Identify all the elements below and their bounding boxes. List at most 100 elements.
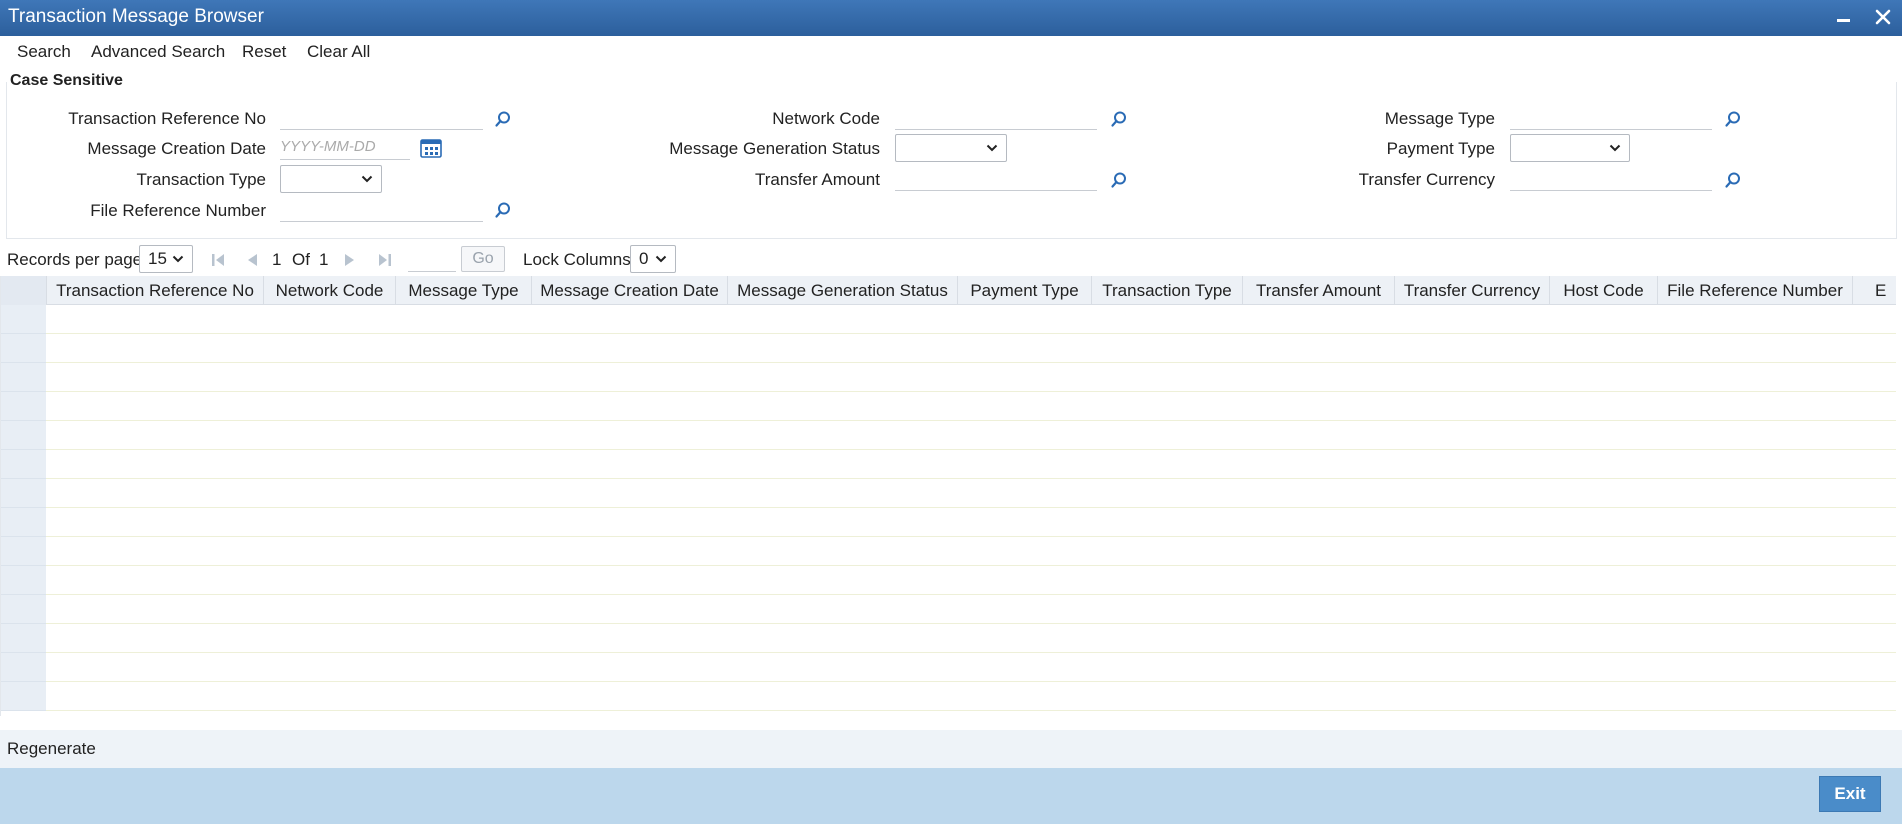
table-row[interactable] <box>1 508 1896 537</box>
records-per-page-label: Records per page <box>7 250 143 269</box>
row-selector[interactable] <box>1 305 46 334</box>
column-header[interactable]: Message Type <box>396 276 532 305</box>
previous-page-icon[interactable] <box>245 253 259 267</box>
transfer-currency-label: Transfer Currency <box>1358 170 1495 189</box>
row-selector[interactable] <box>1 508 46 537</box>
row-selector[interactable] <box>1 334 46 363</box>
transaction-reference-no-input[interactable] <box>280 104 483 130</box>
table-row[interactable] <box>1 566 1896 595</box>
exit-button[interactable]: Exit <box>1819 776 1881 812</box>
column-header[interactable]: Transfer Amount <box>1243 276 1395 305</box>
table-row[interactable] <box>1 595 1896 624</box>
column-header[interactable]: Transfer Currency <box>1395 276 1550 305</box>
chevron-down-icon <box>1609 144 1621 152</box>
select-all-header[interactable] <box>1 276 47 305</box>
row-selector[interactable] <box>1 479 46 508</box>
search-icon[interactable] <box>1724 171 1742 189</box>
current-page: 1 <box>272 250 282 269</box>
message-generation-status-select[interactable] <box>895 134 1007 162</box>
row-selector[interactable] <box>1 595 46 624</box>
pagination-bar: Records per page 15 1 Of 1 Go Lock Colum… <box>0 244 1902 274</box>
records-per-page-select[interactable]: 15 <box>139 245 193 273</box>
column-header[interactable]: Payment Type <box>958 276 1092 305</box>
row-selector[interactable] <box>1 421 46 450</box>
message-type-input[interactable] <box>1510 104 1712 130</box>
clear-all-button[interactable]: Clear All <box>307 42 370 62</box>
goto-page-input[interactable] <box>408 246 456 272</box>
search-icon[interactable] <box>1110 171 1128 189</box>
minimize-icon <box>1836 18 1850 22</box>
file-reference-number-label: File Reference Number <box>90 201 266 220</box>
table-row[interactable] <box>1 421 1896 450</box>
payment-type-label: Payment Type <box>1386 139 1495 158</box>
table-row[interactable] <box>1 653 1896 682</box>
column-header[interactable]: Network Code <box>264 276 396 305</box>
network-code-input[interactable] <box>895 104 1097 130</box>
column-header[interactable]: Host Code <box>1550 276 1658 305</box>
table-row[interactable] <box>1 450 1896 479</box>
search-icon[interactable] <box>1724 110 1742 128</box>
search-icon[interactable] <box>494 201 512 219</box>
message-creation-date-label: Message Creation Date <box>87 139 266 158</box>
table-row[interactable] <box>1 334 1896 363</box>
grid-header: Transaction Reference No Network Code Me… <box>1 276 1896 305</box>
row-selector[interactable] <box>1 537 46 566</box>
column-header[interactable]: Transaction Reference No <box>47 276 264 305</box>
regenerate-button[interactable]: Regenerate <box>7 739 96 759</box>
transfer-currency-input[interactable] <box>1510 165 1712 191</box>
column-header[interactable]: Message Generation Status <box>728 276 958 305</box>
case-sensitive-legend: Case Sensitive <box>10 72 127 90</box>
search-icon[interactable] <box>1110 110 1128 128</box>
window-title: Transaction Message Browser <box>8 6 264 27</box>
reset-button[interactable]: Reset <box>242 42 286 62</box>
network-code-label: Network Code <box>772 109 880 128</box>
first-page-icon[interactable] <box>210 253 226 267</box>
column-header[interactable]: E <box>1853 276 1896 305</box>
table-row[interactable] <box>1 682 1896 711</box>
last-page-icon[interactable] <box>377 253 393 267</box>
of-label: Of <box>292 250 310 269</box>
row-selector[interactable] <box>1 392 46 421</box>
file-reference-number-input[interactable] <box>280 196 483 222</box>
row-selector[interactable] <box>1 566 46 595</box>
row-selector[interactable] <box>1 450 46 479</box>
table-row[interactable] <box>1 363 1896 392</box>
table-row[interactable] <box>1 624 1896 653</box>
search-button[interactable]: Search <box>17 42 71 62</box>
go-button[interactable]: Go <box>461 246 505 272</box>
chevron-down-icon <box>172 255 184 263</box>
table-row[interactable] <box>1 392 1896 421</box>
table-row[interactable] <box>1 537 1896 566</box>
lock-columns-select[interactable]: 0 <box>630 245 676 273</box>
column-header[interactable]: Message Creation Date <box>532 276 728 305</box>
row-selector[interactable] <box>1 624 46 653</box>
minimize-button[interactable] <box>1830 4 1856 30</box>
footer-actions: Regenerate <box>0 730 1902 768</box>
table-row[interactable] <box>1 305 1896 334</box>
transaction-reference-no-label: Transaction Reference No <box>68 109 266 128</box>
search-icon[interactable] <box>494 110 512 128</box>
transaction-type-select[interactable] <box>280 165 382 193</box>
transfer-amount-input[interactable] <box>895 165 1097 191</box>
table-row[interactable] <box>1 479 1896 508</box>
advanced-search-button[interactable]: Advanced Search <box>91 42 225 62</box>
message-creation-date-input[interactable] <box>280 134 410 160</box>
calendar-icon[interactable] <box>420 138 442 158</box>
message-generation-status-label: Message Generation Status <box>669 139 880 158</box>
records-per-page-value: 15 <box>148 249 167 268</box>
row-selector[interactable] <box>1 653 46 682</box>
payment-type-select[interactable] <box>1510 134 1630 162</box>
chevron-down-icon <box>655 255 667 263</box>
row-selector[interactable] <box>1 682 46 711</box>
search-panel: Case Sensitive Transaction Reference No … <box>0 68 1902 244</box>
close-icon <box>1875 9 1891 25</box>
transaction-type-label: Transaction Type <box>136 170 266 189</box>
column-header[interactable]: File Reference Number <box>1658 276 1853 305</box>
column-header[interactable]: Transaction Type <box>1092 276 1243 305</box>
close-button[interactable] <box>1870 4 1896 30</box>
next-page-icon[interactable] <box>343 253 357 267</box>
chevron-down-icon <box>361 175 373 183</box>
lock-columns-value: 0 <box>639 249 649 268</box>
message-type-label: Message Type <box>1384 109 1495 128</box>
row-selector[interactable] <box>1 363 46 392</box>
